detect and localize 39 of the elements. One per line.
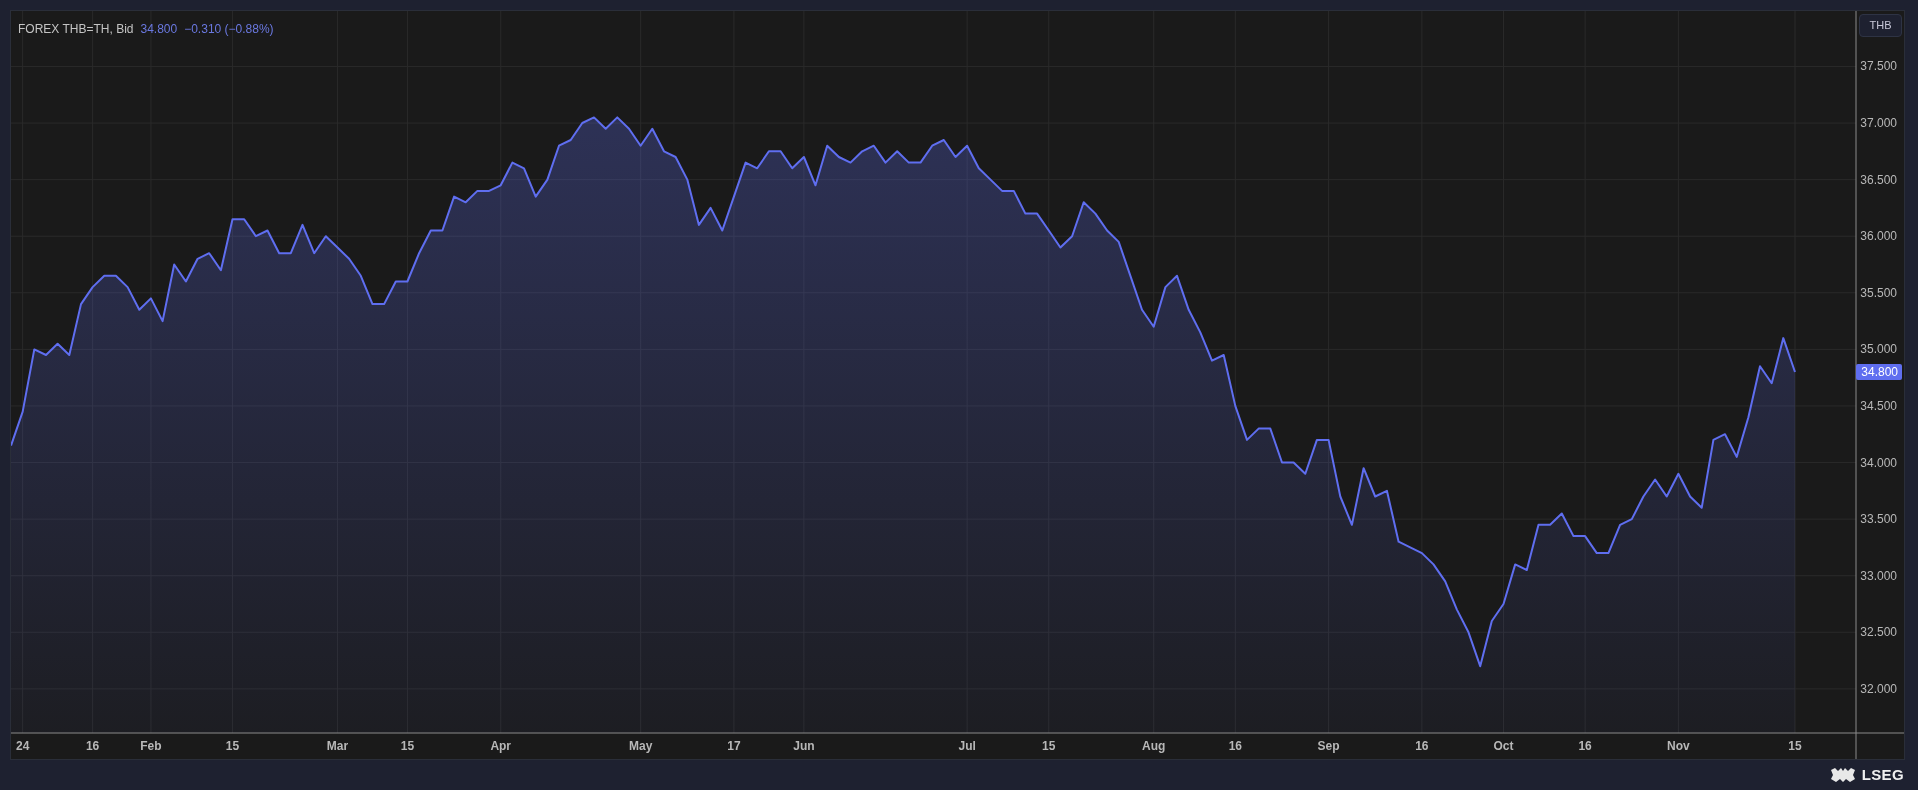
y-axis-label: 36.000 [1860, 229, 1897, 244]
x-axis-label: 15 [400, 739, 415, 753]
x-axis-label: 15 [225, 739, 240, 753]
y-axis-label: 36.500 [1860, 172, 1897, 187]
y-axis-label: 32.000 [1860, 681, 1897, 696]
y-axis-label: 34.500 [1860, 398, 1897, 413]
x-axis-label: Jun [793, 739, 815, 753]
x-axis-label: 16 [1228, 739, 1242, 753]
legend-price: 34.800 [140, 21, 178, 38]
x-axis-label: Apr [490, 739, 512, 753]
x-axis-label: Nov [1667, 739, 1690, 753]
x-axis-label: Oct [1493, 739, 1514, 753]
y-axis-label: 35.500 [1860, 285, 1897, 300]
x-axis-label: Aug [1142, 739, 1166, 753]
x-axis-label: 17 [727, 739, 741, 753]
x-axis-label: 15 [1788, 739, 1802, 753]
y-axis-label: 32.500 [1860, 625, 1897, 640]
x-axis-label: Sep [1317, 739, 1340, 753]
y-axis-label: 34.000 [1860, 455, 1897, 470]
currency-button[interactable]: THB [1859, 14, 1902, 37]
brand-name: LSEG [1861, 764, 1904, 785]
y-axis-label: 35.000 [1860, 342, 1897, 357]
y-axis-label: 33.000 [1860, 568, 1897, 583]
x-axis-label: 16 [85, 739, 100, 753]
last-price-label: 34.800 [1856, 364, 1902, 380]
y-axis-label: 33.500 [1860, 512, 1897, 527]
x-axis-label: 16 [1415, 739, 1429, 753]
x-axis-label: Jul [958, 739, 976, 753]
x-axis-label: May [629, 739, 653, 753]
y-axis-label: 37.500 [1860, 59, 1897, 74]
x-axis-label: 16 [1578, 739, 1592, 753]
legend-change: −0.310 (−0.88%) [184, 21, 274, 38]
x-axis-label: Feb [140, 739, 162, 753]
y-axis-label: 37.000 [1860, 116, 1897, 131]
x-axis-label: 24 [16, 739, 30, 753]
crest-icon [1829, 767, 1856, 783]
legend-symbol: FOREX THB=TH, Bid [18, 21, 134, 38]
x-axis-label: 15 [1042, 739, 1056, 753]
x-axis-label: Mar [326, 739, 349, 753]
